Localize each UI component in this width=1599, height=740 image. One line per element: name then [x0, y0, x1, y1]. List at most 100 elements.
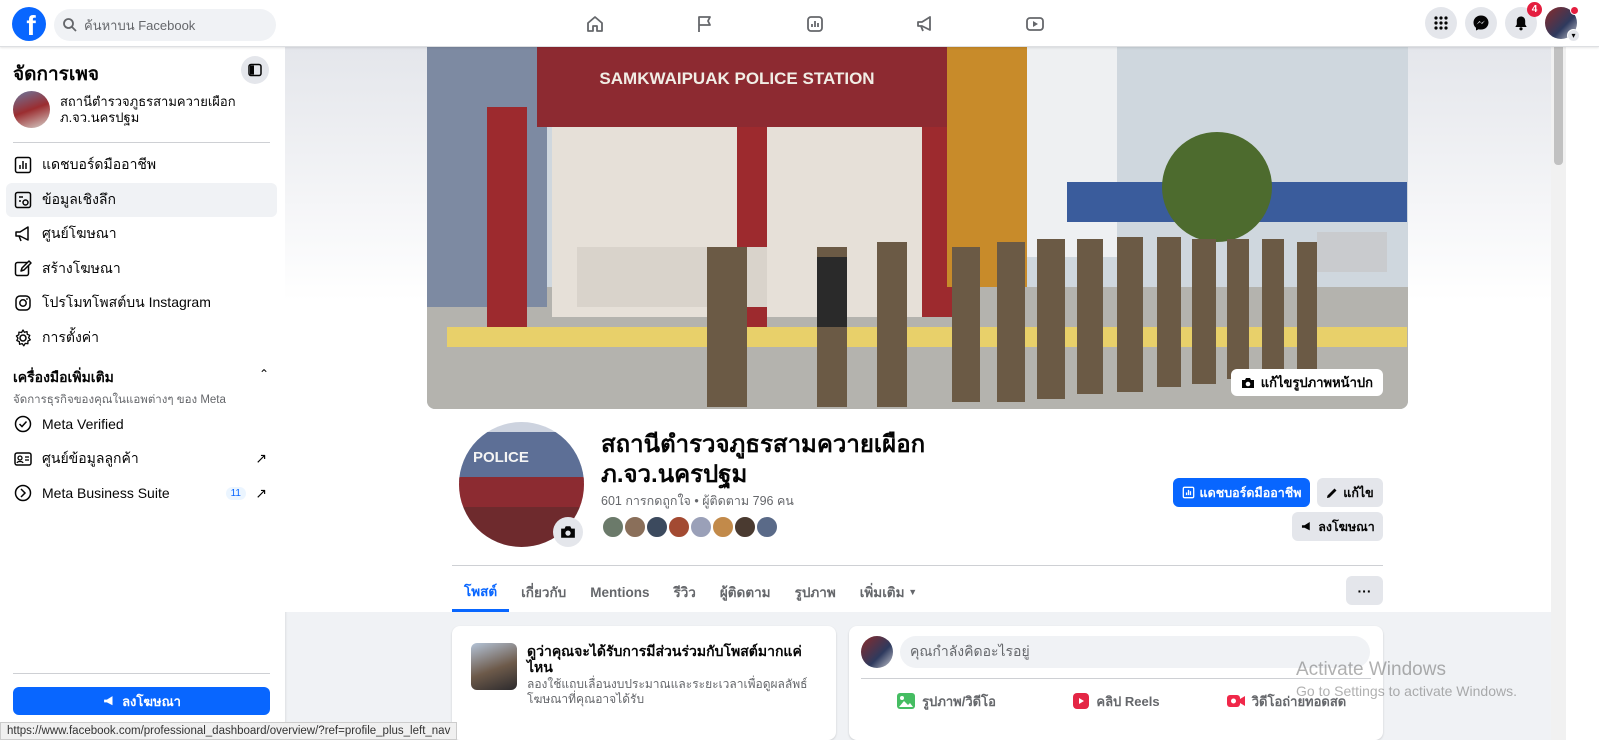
professional-dashboard-button[interactable]: แดชบอร์ดมืออาชีพ — [1173, 478, 1310, 507]
edit-cover-photo-button[interactable]: แก้ไขรูปภาพหน้าปก — [1230, 369, 1383, 396]
more-tools-header[interactable]: เครื่องมือเพิ่มเติม จัดการธุรกิจของคุณใน… — [13, 367, 273, 409]
dashboard-button-label: แดชบอร์ดมืออาชีพ — [1199, 485, 1302, 500]
sidebar-item-instagram-promote[interactable]: โปรโมทโพสต์บน Instagram — [6, 286, 277, 321]
messenger-button[interactable] — [1465, 7, 1497, 39]
sidebar-item-settings[interactable]: การตั้งค่า — [6, 321, 277, 356]
follower-avatar[interactable] — [645, 515, 669, 539]
tab-about[interactable]: เกี่ยวกับ — [509, 572, 578, 612]
home-icon — [587, 15, 603, 32]
sidebar-item-label: การตั้งค่า — [42, 328, 100, 345]
pages-nav-button[interactable] — [650, 0, 760, 47]
follower-avatar[interactable] — [667, 515, 691, 539]
tab-photos[interactable]: รูปภาพ — [783, 572, 848, 612]
tab-more-label: เพิ่มเติม — [859, 585, 905, 600]
tab-followers[interactable]: ผู้ติดตาม — [708, 572, 783, 612]
camera-icon — [1241, 377, 1254, 388]
search-icon — [63, 18, 77, 32]
megaphone-icon — [15, 226, 29, 242]
facebook-logo[interactable]: f — [12, 7, 46, 41]
advertise-button-label: ลงโฆษณา — [122, 693, 181, 709]
sidebar-item-label: โปรโมทโพสต์บน Instagram — [42, 294, 211, 311]
page-main: SAMKWAIPUAK POLICE STATION แก้ไขรูปภาพหน… — [285, 47, 1551, 740]
update-profile-picture-button[interactable] — [553, 517, 583, 547]
chevron-up-icon[interactable]: ⌃ — [259, 367, 269, 381]
collapse-sidebar-button[interactable] — [241, 56, 269, 84]
search-box[interactable] — [54, 9, 276, 41]
dashboard-nav-button[interactable] — [760, 0, 870, 47]
tab-posts[interactable]: โพสต์ — [452, 572, 510, 612]
sidebar-item-label: ข้อมูลเชิงลึก — [42, 190, 116, 207]
edit-page-button[interactable]: แก้ไข — [1317, 478, 1383, 507]
tab-mentions[interactable]: Mentions — [578, 572, 661, 612]
divider — [13, 142, 270, 143]
sidebar-item-customer-center[interactable]: ศูนย์ข้อมูลลูกค้า ↗ — [6, 442, 277, 477]
follower-avatar[interactable] — [601, 515, 625, 539]
follower-avatar[interactable] — [733, 515, 757, 539]
external-link-icon: ↗ — [255, 484, 267, 501]
advertise-page-button[interactable]: ลงโฆษณา — [1292, 512, 1383, 541]
page-title-line2: ภ.จว.นครปฐม — [601, 461, 748, 488]
engagement-card-title: ดูว่าคุณจะได้รับการมีส่วนร่วมกับโพสต์มาก… — [527, 643, 802, 675]
camera-icon — [561, 526, 575, 538]
avatar[interactable] — [861, 636, 893, 668]
manage-page-sidebar: จัดการเพจ สถานีตำรวจภูธรสามควายเผือก ภ.จ… — [0, 47, 285, 740]
account-alert-dot — [1570, 6, 1579, 15]
menu-button[interactable] — [1425, 7, 1457, 39]
likes-followers-stats[interactable]: 601 การกดถูกใจ • ผู้ติดตาม 796 คน — [601, 491, 794, 511]
cover-photo-image: SAMKWAIPUAK POLICE STATION — [427, 47, 1408, 409]
sidebar-item-ads-center[interactable]: ศูนย์โฆษณา — [6, 217, 277, 252]
reels-icon — [1073, 693, 1090, 709]
caret-down-icon: ▼ — [908, 587, 918, 597]
sidebar-item-create-ad[interactable]: สร้างโฆษณา — [6, 252, 277, 287]
sidebar-item-business-suite[interactable]: Meta Business Suite 11 ↗ — [6, 476, 277, 511]
tab-more[interactable]: เพิ่มเติม ▼ — [848, 572, 929, 612]
pencil-icon — [14, 260, 32, 276]
bell-icon — [1515, 16, 1527, 31]
notifications-button[interactable]: 4 — [1505, 2, 1542, 39]
engagement-estimate-card[interactable]: ดูว่าคุณจะได้รับการมีส่วนร่วมกับโพสต์มาก… — [452, 626, 836, 740]
grid-menu-icon — [1434, 16, 1448, 30]
megaphone-icon — [917, 15, 931, 31]
page-title-line1: สถานีตำรวจภูธรสามควายเผือก — [601, 431, 926, 458]
sidebar-item-label: ศูนย์โฆษณา — [42, 225, 117, 242]
status-bar-url: https://www.facebook.com/professional_da… — [0, 722, 458, 740]
advertise-button[interactable]: ลงโฆษณา — [13, 687, 270, 715]
account-avatar[interactable]: ▾ — [1545, 6, 1580, 42]
watermark-line2: Go to Settings to activate Windows. — [1296, 683, 1517, 699]
photo-icon — [897, 693, 916, 709]
dashboard-icon — [807, 15, 823, 32]
search-input[interactable] — [84, 17, 264, 33]
page-scrollbar[interactable] — [1551, 0, 1566, 740]
live-video-icon — [1226, 695, 1245, 707]
current-page-switcher[interactable]: สถานีตำรวจภูธรสามควายเผือก ภ.จว.นครปฐม — [13, 91, 273, 128]
follower-avatars[interactable] — [601, 515, 779, 539]
follower-avatar[interactable] — [711, 515, 735, 539]
page-title: สถานีตำรวจภูธรสามควายเผือก ภ.จว.นครปฐม — [601, 430, 925, 490]
cover-photo[interactable]: SAMKWAIPUAK POLICE STATION แก้ไขรูปภาพหน… — [427, 47, 1408, 409]
follower-avatar[interactable] — [689, 515, 713, 539]
activate-windows-watermark: Activate Windows Go to Settings to activ… — [1296, 659, 1517, 699]
sidebar-item-meta-verified[interactable]: Meta Verified — [6, 407, 277, 442]
photo-video-label: รูปภาพ/วิดีโอ — [922, 693, 996, 709]
reels-button[interactable]: คลิป Reels — [1031, 686, 1201, 716]
home-nav-button[interactable] — [540, 0, 650, 47]
tab-reviews[interactable]: รีวิว — [661, 572, 707, 612]
sidebar-item-label: Meta Business Suite — [42, 485, 170, 502]
sidebar-item-insights[interactable]: ข้อมูลเชิงลึก — [6, 182, 277, 217]
more-options-button[interactable]: ··· — [1346, 576, 1383, 605]
sidebar-item-professional-dashboard[interactable]: แดชบอร์ดมืออาชีพ — [6, 148, 277, 183]
follower-avatar[interactable] — [623, 515, 647, 539]
reels-label: คลิป Reels — [1096, 693, 1160, 709]
ads-nav-button[interactable] — [870, 0, 980, 47]
megaphone-icon — [104, 696, 113, 706]
video-icon — [1026, 16, 1044, 31]
window-edge — [1566, 0, 1599, 740]
video-nav-button[interactable] — [980, 0, 1090, 47]
follower-avatar[interactable] — [755, 515, 779, 539]
sidebar-item-label: แดชบอร์ดมืออาชีพ — [42, 156, 157, 173]
page-tabs: โพสต์ เกี่ยวกับ Mentions รีวิว ผู้ติดตาม… — [452, 572, 929, 612]
photo-video-button[interactable]: รูปภาพ/วิดีโอ — [861, 686, 1031, 716]
verified-icon — [14, 416, 32, 433]
pencil-icon — [1327, 488, 1337, 498]
page-avatar — [13, 91, 50, 128]
